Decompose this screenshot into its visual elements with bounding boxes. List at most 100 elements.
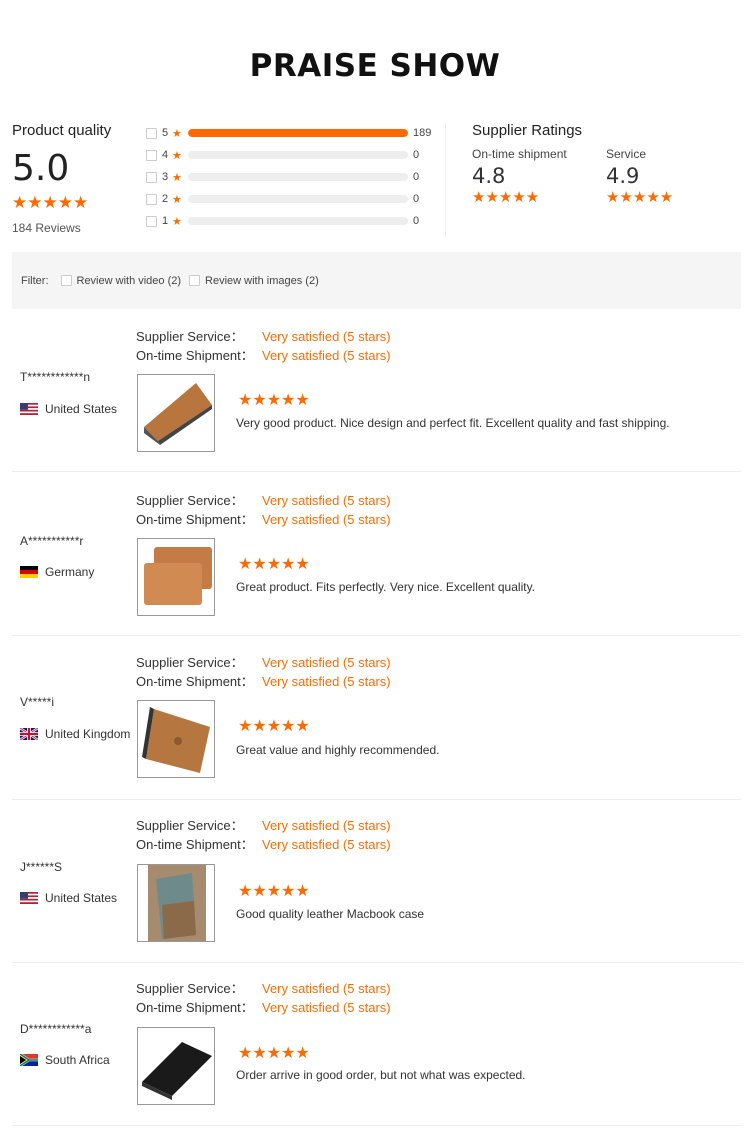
reviewer-country: United States xyxy=(20,402,117,416)
us-flag-icon xyxy=(20,892,38,904)
rating-bar-fill xyxy=(188,129,408,137)
review-meta: Supplier Service： Very satisfied (5 stars… xyxy=(136,816,391,854)
images-filter-label[interactable]: Review with images (2) xyxy=(205,275,319,287)
ontime-shipment-label: On-time Shipment： xyxy=(136,1000,254,1015)
ontime-shipment-value: Very satisfied (5 stars) xyxy=(262,674,391,689)
rating-star-number: 1 xyxy=(162,215,169,227)
reviewer-country: South Africa xyxy=(20,1053,110,1067)
uk-flag-icon xyxy=(20,728,38,740)
review-stars: ★★★★★ xyxy=(238,1045,310,1062)
rating-checkbox[interactable] xyxy=(146,149,157,161)
ontime-shipment-value: Very satisfied (5 stars) xyxy=(262,348,391,363)
rating-checkbox[interactable] xyxy=(146,127,157,139)
review-item: Supplier Service： Very satisfied (5 stars… xyxy=(12,799,741,963)
reviewer-name: J******S xyxy=(20,860,63,874)
review-photo[interactable] xyxy=(137,538,215,616)
rating-star-number: 5 xyxy=(162,127,169,139)
ontime-shipment-label: On-time Shipment： xyxy=(136,674,254,689)
vertical-divider xyxy=(445,124,446,236)
supplier-service-label: Supplier Service： xyxy=(136,655,244,670)
supplier-service-label: Supplier Service： xyxy=(136,981,244,996)
laptop-case-image xyxy=(138,539,214,615)
video-filter-checkbox[interactable] xyxy=(60,275,72,286)
review-item: Supplier Service： Very satisfied (5 stars… xyxy=(12,308,741,472)
reviewer-name: V*****i xyxy=(20,695,55,709)
supplier-service-label: Supplier Service： xyxy=(136,818,244,833)
laptop-case-image xyxy=(138,1028,214,1104)
review-text: Very good product. Nice design and perfe… xyxy=(236,416,670,430)
rating-stars: ★★★★★ xyxy=(606,189,674,206)
rating-checkbox[interactable] xyxy=(146,215,157,227)
review-text: Order arrive in good order, but not what… xyxy=(236,1068,526,1082)
country-name: United Kingdom xyxy=(45,727,131,741)
rating-count: 0 xyxy=(413,193,420,205)
review-item: Supplier Service： Very satisfied (5 stars… xyxy=(12,472,741,636)
rating-value: 4.9 xyxy=(606,164,640,188)
review-meta: Supplier Service： Very satisfied (5 stars… xyxy=(136,327,391,365)
review-meta: Supplier Service： Very satisfied (5 stars… xyxy=(136,979,391,1017)
germany-flag-icon xyxy=(20,566,38,578)
review-photo[interactable] xyxy=(137,374,215,452)
rating-count: 0 xyxy=(413,171,420,183)
star-icon: ★ xyxy=(172,193,182,206)
reviews-count: 184 Reviews xyxy=(12,221,81,235)
laptop-case-image xyxy=(138,375,214,451)
country-name: Germany xyxy=(45,565,95,579)
laptop-case-image xyxy=(138,865,214,941)
reviewer-country: United Kingdom xyxy=(20,727,130,741)
supplier-ratings-title: Supplier Ratings xyxy=(472,122,583,139)
rating-row-3[interactable]: 3 ★ 0 xyxy=(146,166,436,188)
rating-row-2[interactable]: 2 ★ 0 xyxy=(146,188,436,210)
rating-bar xyxy=(188,151,408,159)
images-filter-checkbox[interactable] xyxy=(189,275,201,286)
ontime-shipment-value: Very satisfied (5 stars) xyxy=(262,837,391,852)
review-photo[interactable] xyxy=(137,1027,215,1105)
reviewer-name: T************n xyxy=(20,370,91,384)
rating-label: Service xyxy=(606,147,647,161)
rating-distribution: 5 ★ 189 4 ★ 0 3 ★ 0 2 ★ 0 1 ★ 0 xyxy=(146,122,436,232)
rating-star-number: 4 xyxy=(162,149,169,161)
review-photo[interactable] xyxy=(137,864,215,942)
rating-label: On-time shipment xyxy=(472,147,567,161)
supplier-ratings: Supplier Ratings On-time shipment 4.8 ★★… xyxy=(472,122,742,206)
rating-stars: ★★★★★ xyxy=(472,189,540,206)
rating-star-number: 3 xyxy=(162,171,169,183)
review-stars: ★★★★★ xyxy=(238,392,310,409)
product-quality: Product quality 5.0 ★★★★★ 184 Reviews xyxy=(12,122,142,235)
rating-checkbox[interactable] xyxy=(146,171,157,183)
review-item: Supplier Service： Very satisfied (5 stars… xyxy=(12,962,741,1126)
country-name: South Africa xyxy=(45,1053,110,1067)
rating-count: 0 xyxy=(413,215,420,227)
supplier-service-value: Very satisfied (5 stars) xyxy=(262,981,391,996)
rating-row-4[interactable]: 4 ★ 0 xyxy=(146,144,436,166)
south-africa-flag-icon xyxy=(20,1054,38,1066)
rating-count: 189 xyxy=(413,127,432,139)
rating-count: 0 xyxy=(413,149,420,161)
rating-checkbox[interactable] xyxy=(146,193,157,205)
video-filter-label[interactable]: Review with video (2) xyxy=(77,275,182,287)
laptop-case-image xyxy=(138,701,214,777)
ontime-shipment-value: Very satisfied (5 stars) xyxy=(262,512,391,527)
review-meta: Supplier Service： Very satisfied (5 stars… xyxy=(136,491,391,529)
country-name: United States xyxy=(45,402,118,416)
supplier-service-label: Supplier Service： xyxy=(136,329,244,344)
review-photo[interactable] xyxy=(137,700,215,778)
us-flag-icon xyxy=(20,403,38,415)
rating-row-1[interactable]: 1 ★ 0 xyxy=(146,210,436,232)
rating-row-5[interactable]: 5 ★ 189 xyxy=(146,122,436,144)
rating-star-number: 2 xyxy=(162,193,169,205)
filter-bar: Filter: Review with video (2) Review wit… xyxy=(12,252,741,309)
review-text: Great value and highly recommended. xyxy=(236,743,440,757)
review-stars: ★★★★★ xyxy=(238,883,310,900)
product-quality-label: Product quality xyxy=(12,122,112,139)
supplier-service-value: Very satisfied (5 stars) xyxy=(262,329,391,344)
ontime-shipment-label: On-time Shipment： xyxy=(136,837,254,852)
review-stars: ★★★★★ xyxy=(238,556,310,573)
rating-bar xyxy=(188,217,408,225)
product-quality-stars: ★★★★★ xyxy=(12,193,89,212)
ontime-shipment-label: On-time Shipment： xyxy=(136,512,254,527)
supplier-service-label: Supplier Service： xyxy=(136,493,244,508)
ontime-shipment-label: On-time Shipment： xyxy=(136,348,254,363)
rating-bar xyxy=(188,129,408,137)
supplier-service-value: Very satisfied (5 stars) xyxy=(262,493,391,508)
